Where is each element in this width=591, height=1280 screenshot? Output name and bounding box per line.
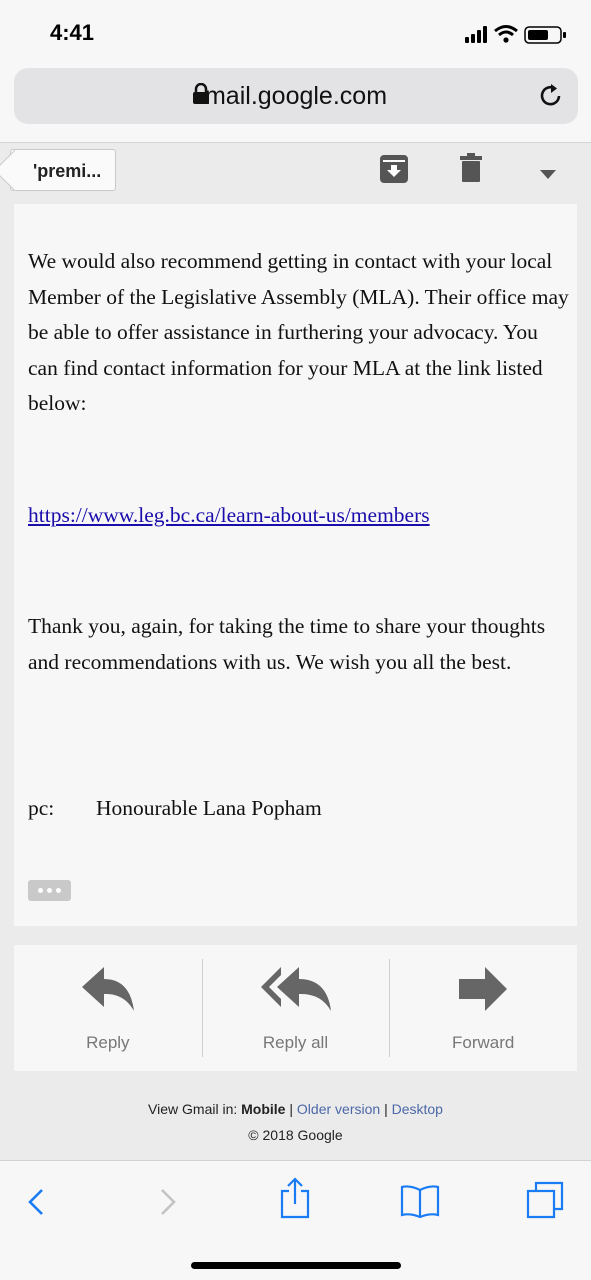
status-indicators-icon xyxy=(465,25,566,44)
view-gmail-in: View Gmail in: Mobile | Older version | … xyxy=(148,1101,443,1117)
message-paragraph: Thank you, again, for taking the time to… xyxy=(28,614,546,674)
address-bar[interactable]: mail.google.com xyxy=(14,68,578,124)
reload-icon[interactable] xyxy=(538,82,564,115)
back-to-list-button[interactable]: 'premi... xyxy=(10,149,116,191)
message-body: We would also recommend getting in conta… xyxy=(14,204,577,926)
copyright: © 2018 Google xyxy=(248,1127,343,1143)
mla-members-link[interactable]: https://www.leg.bc.ca/learn-about-us/mem… xyxy=(28,503,430,527)
gmail-toolbar: 'premi... xyxy=(0,142,591,200)
forward-label: Forward xyxy=(452,1033,515,1052)
back-label: 'premi... xyxy=(33,161,102,181)
back-icon[interactable] xyxy=(28,1188,44,1221)
share-icon[interactable] xyxy=(280,1177,310,1224)
mobile-option: Mobile xyxy=(241,1101,286,1117)
message-paragraph: We would also recommend getting in conta… xyxy=(28,249,569,415)
url-text: mail.google.com xyxy=(204,82,388,110)
forward-button[interactable]: Forward xyxy=(389,945,577,1071)
reply-button[interactable]: Reply xyxy=(14,945,202,1071)
tabs-icon[interactable] xyxy=(526,1181,564,1224)
reply-icon xyxy=(81,967,134,1016)
forward-nav-icon[interactable] xyxy=(160,1188,176,1221)
older-version-link[interactable]: Older version xyxy=(297,1101,380,1117)
reply-all-button[interactable]: Reply all xyxy=(201,945,390,1071)
forward-icon xyxy=(459,967,508,1016)
reply-label: Reply xyxy=(86,1033,130,1052)
bookmarks-icon[interactable] xyxy=(400,1185,440,1224)
pc-label: pc: xyxy=(28,796,55,820)
pc-value: Honourable Lana Popham xyxy=(96,796,322,820)
archive-icon[interactable] xyxy=(380,155,408,188)
status-icons xyxy=(465,24,569,46)
ellipsis-icon xyxy=(38,888,43,893)
home-indicator xyxy=(191,1262,401,1269)
message-actions: Reply Reply all Forward xyxy=(14,945,577,1071)
chevron-down-icon[interactable] xyxy=(540,167,556,185)
address-bar-area: mail.google.com xyxy=(0,58,591,142)
trash-icon[interactable] xyxy=(460,153,482,188)
view-label: View Gmail in: xyxy=(148,1101,238,1117)
reply-all-icon xyxy=(260,967,331,1016)
status-time: 4:41 xyxy=(50,20,95,45)
show-trimmed-content-button[interactable] xyxy=(28,880,71,901)
reply-all-label: Reply all xyxy=(262,1033,329,1052)
desktop-link[interactable]: Desktop xyxy=(392,1101,443,1117)
message-link-paragraph: https://www.leg.bc.ca/learn-about-us/mem… xyxy=(28,498,573,534)
status-bar: 4:41 xyxy=(0,0,591,66)
